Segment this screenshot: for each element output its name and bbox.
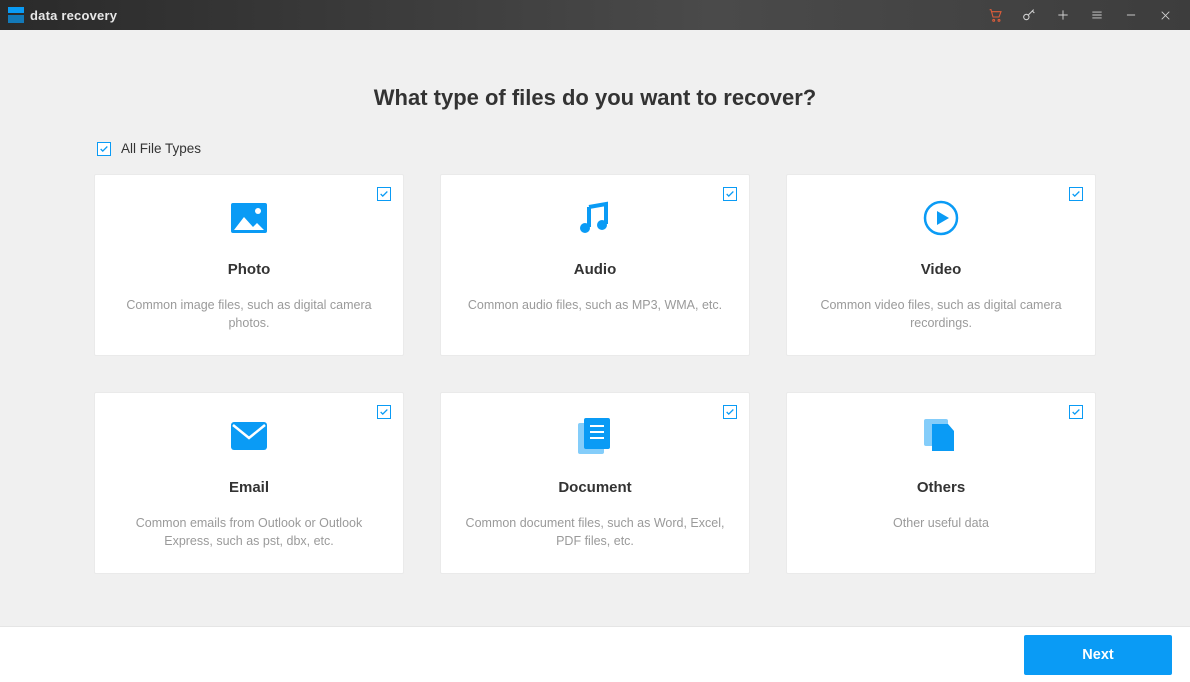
titlebar-left: data recovery <box>8 7 117 23</box>
footer-bar: Next <box>0 626 1190 682</box>
card-email-checkbox[interactable] <box>377 405 391 419</box>
next-button[interactable]: Next <box>1024 635 1172 675</box>
video-icon <box>923 197 959 239</box>
file-type-grid: Photo Common image files, such as digita… <box>95 174 1095 574</box>
content-area: All File Types Photo Common image files,… <box>95 141 1095 574</box>
all-file-types-label: All File Types <box>121 141 201 156</box>
main-content: What type of files do you want to recove… <box>0 30 1190 626</box>
card-email-title: Email <box>229 479 269 496</box>
app-logo-icon <box>8 7 24 23</box>
card-video-title: Video <box>921 261 962 278</box>
card-others-desc: Other useful data <box>893 514 989 532</box>
card-audio-desc: Common audio files, such as MP3, WMA, et… <box>468 296 722 314</box>
cart-icon[interactable] <box>978 0 1012 30</box>
card-email[interactable]: Email Common emails from Outlook or Outl… <box>94 392 404 574</box>
card-photo-title: Photo <box>228 261 271 278</box>
card-audio[interactable]: Audio Common audio files, such as MP3, W… <box>440 174 750 356</box>
card-video[interactable]: Video Common video files, such as digita… <box>786 174 1096 356</box>
card-audio-title: Audio <box>574 261 617 278</box>
card-document-checkbox[interactable] <box>723 405 737 419</box>
card-others[interactable]: Others Other useful data <box>786 392 1096 574</box>
all-file-types-checkbox[interactable] <box>97 142 111 156</box>
key-icon[interactable] <box>1012 0 1046 30</box>
app-title: data recovery <box>30 8 117 23</box>
card-others-checkbox[interactable] <box>1069 405 1083 419</box>
card-document-title: Document <box>558 479 631 496</box>
close-icon[interactable] <box>1148 0 1182 30</box>
email-icon <box>231 415 267 457</box>
card-document[interactable]: Document Common document files, such as … <box>440 392 750 574</box>
card-video-desc: Common video files, such as digital came… <box>811 296 1071 332</box>
plus-icon[interactable] <box>1046 0 1080 30</box>
others-icon <box>924 415 958 457</box>
photo-icon <box>231 197 267 239</box>
menu-icon[interactable] <box>1080 0 1114 30</box>
card-video-checkbox[interactable] <box>1069 187 1083 201</box>
titlebar: data recovery <box>0 0 1190 30</box>
card-audio-checkbox[interactable] <box>723 187 737 201</box>
card-photo-checkbox[interactable] <box>377 187 391 201</box>
card-others-title: Others <box>917 479 965 496</box>
card-document-desc: Common document files, such as Word, Exc… <box>465 514 725 550</box>
audio-icon <box>578 197 612 239</box>
card-photo-desc: Common image files, such as digital came… <box>119 296 379 332</box>
titlebar-right <box>978 0 1182 30</box>
page-heading: What type of files do you want to recove… <box>374 85 817 111</box>
card-photo[interactable]: Photo Common image files, such as digita… <box>94 174 404 356</box>
document-icon <box>578 415 612 457</box>
all-file-types-row[interactable]: All File Types <box>95 141 1095 156</box>
minimize-icon[interactable] <box>1114 0 1148 30</box>
card-email-desc: Common emails from Outlook or Outlook Ex… <box>119 514 379 550</box>
